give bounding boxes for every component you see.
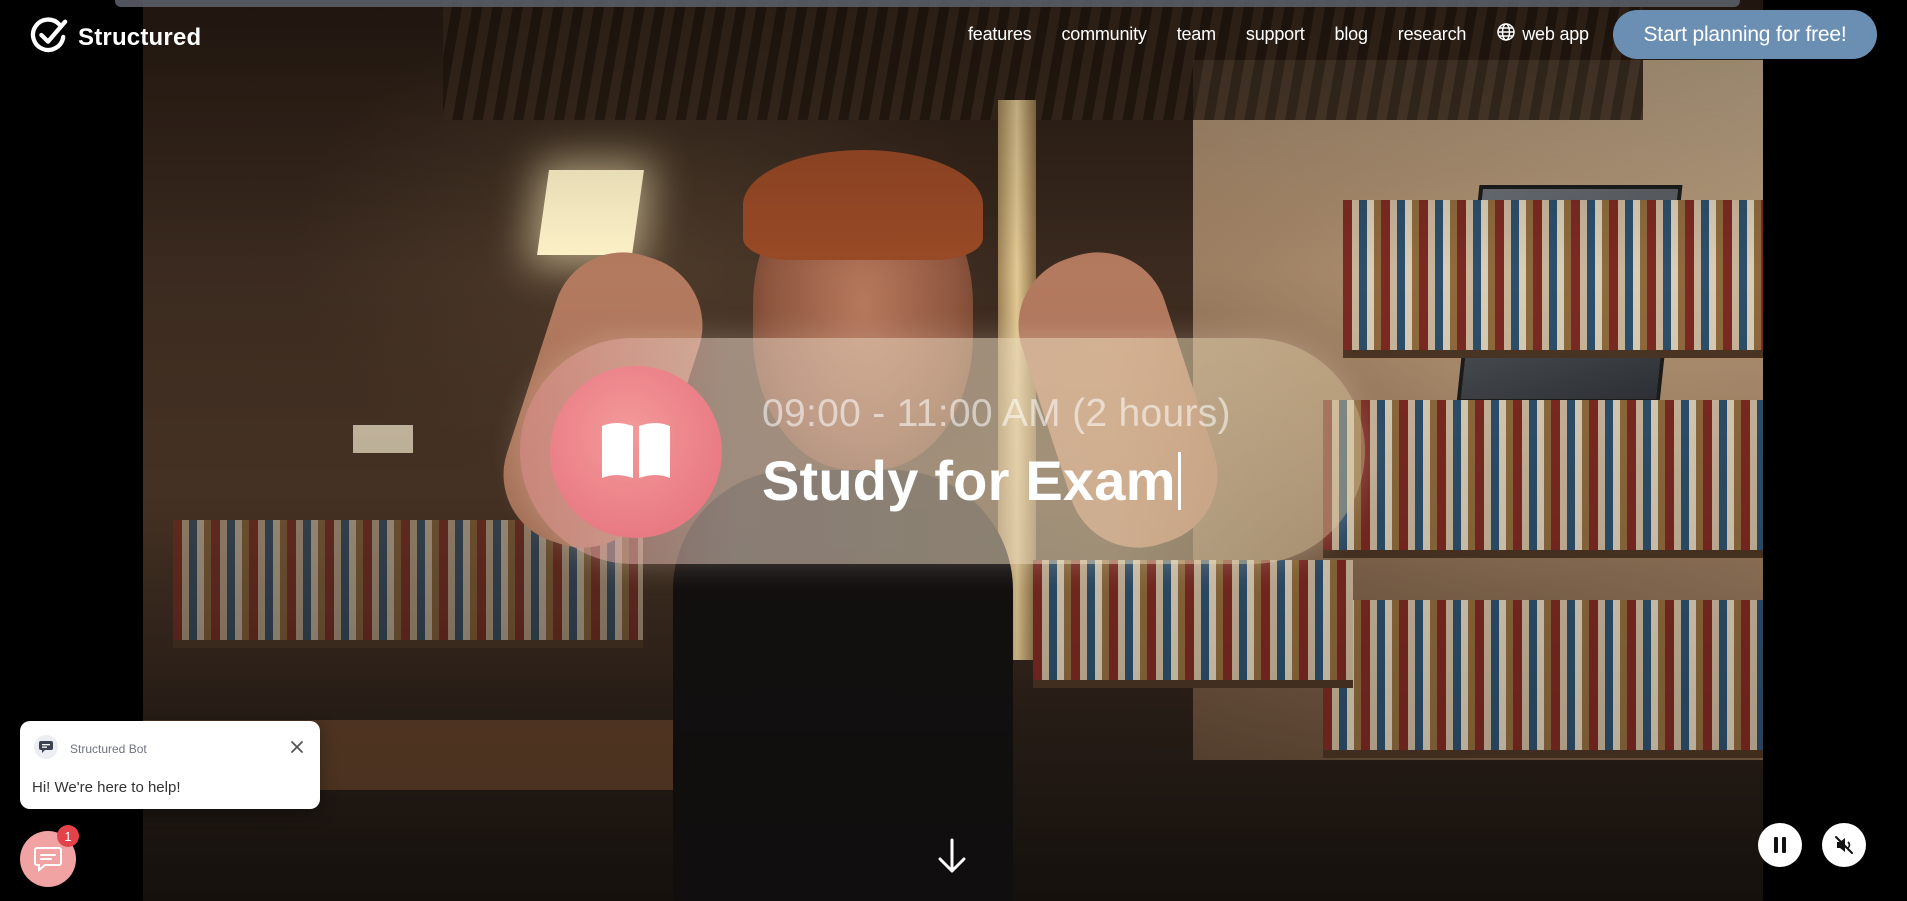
bot-name: Structured Bot bbox=[70, 742, 147, 756]
main-nav: features community team support blog res… bbox=[968, 22, 1589, 47]
bot-avatar bbox=[34, 735, 58, 759]
nav-community[interactable]: community bbox=[1061, 22, 1146, 47]
nav-web-app-label: web app bbox=[1522, 24, 1589, 44]
muted-speaker-icon bbox=[1835, 836, 1853, 854]
chat-message: Hi! We're here to help! bbox=[32, 779, 181, 796]
text-caret bbox=[1177, 451, 1181, 510]
top-strip bbox=[115, 0, 1740, 7]
chat-bubble-icon bbox=[34, 847, 62, 872]
arrow-down-icon[interactable] bbox=[937, 838, 967, 874]
event-time: 09:00 - 11:00 AM (2 hours) bbox=[762, 392, 1231, 435]
book-icon bbox=[598, 418, 674, 487]
chat-popup[interactable]: Structured Bot Hi! We're here to help! bbox=[20, 721, 320, 809]
event-icon-circle bbox=[550, 366, 722, 538]
brand-name: Structured bbox=[78, 23, 202, 51]
nav-web-app[interactable]: web app bbox=[1496, 22, 1589, 47]
close-icon[interactable] bbox=[290, 740, 304, 754]
check-circle-icon bbox=[30, 16, 68, 59]
nav-team[interactable]: team bbox=[1177, 22, 1216, 47]
chat-bubble-icon bbox=[39, 741, 53, 753]
nav-research[interactable]: research bbox=[1398, 22, 1467, 47]
event-title-wrap: Study for Exam bbox=[762, 448, 1181, 513]
globe-icon bbox=[1496, 22, 1516, 47]
nav-features[interactable]: features bbox=[968, 22, 1032, 47]
pause-button[interactable] bbox=[1758, 823, 1802, 867]
brand-logo[interactable]: Structured bbox=[30, 16, 201, 59]
nav-support[interactable]: support bbox=[1246, 22, 1305, 47]
event-title: Study for Exam bbox=[762, 449, 1176, 512]
pause-icon bbox=[1774, 837, 1786, 853]
mute-button[interactable] bbox=[1822, 823, 1866, 867]
start-planning-button[interactable]: Start planning for free! bbox=[1613, 10, 1877, 59]
nav-blog[interactable]: blog bbox=[1335, 22, 1368, 47]
unread-badge: 1 bbox=[57, 825, 79, 847]
